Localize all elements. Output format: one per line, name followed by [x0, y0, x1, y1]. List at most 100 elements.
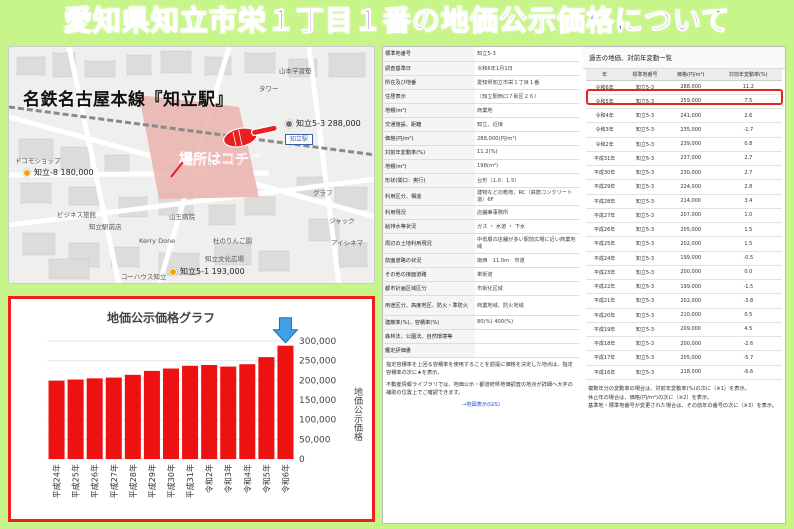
note-text: 複数年分の変動率の場合は、対前年変動率(%)の次に（※1）を表示。: [588, 385, 750, 392]
table-cell: 平成26年: [586, 222, 624, 238]
info-key: 地積(m²): [383, 159, 475, 174]
info-key: 鑑定評価書: [383, 343, 475, 358]
map-display-link[interactable]: →地図表示(GIS): [383, 401, 579, 408]
info-row: 森林法、公園法、自然環境等: [383, 329, 579, 344]
table-cell: 知立5-3: [623, 137, 667, 152]
info-value: 中低層の店舗が多い駅前広場に近い商業地域: [475, 233, 579, 254]
info-value: 台形（1.0：1.5）: [475, 173, 579, 188]
place-label: グラフ: [313, 189, 333, 197]
table-row: 平成16年 知立5-3 218,000 -6.6: [586, 365, 782, 380]
table-row: 平成31年 知立5-3 237,000 2.7: [586, 151, 782, 167]
table-cell: 平成28年: [586, 194, 624, 209]
table-cell: -1.7: [714, 122, 782, 138]
bar-chart: 300,000 250,000 200,000 150,000 100,000 50,00…: [47, 317, 336, 498]
info-key: 調査基準日: [383, 61, 475, 76]
y-tick-label: 200,000: [299, 376, 336, 386]
table-cell: 209,000: [666, 322, 715, 338]
table-cell: 知立5-3: [623, 265, 667, 281]
table-cell: 知立5-3: [623, 179, 667, 195]
info-key: 用途区分、高度地区、防火・準防火: [383, 295, 475, 316]
table-cell: 平成22年: [586, 279, 624, 295]
bar: [182, 365, 199, 459]
info-key: 所在及び地番: [383, 75, 475, 90]
info-key: 対前年変動率(%): [383, 145, 475, 160]
past-prices-column: 過去の地価、対前年変動一覧 年標準地番号 価格(円/m²) 対前年変動率(%) 令和6…: [583, 47, 785, 523]
x-tick-label: 平成30年: [166, 464, 176, 498]
table-cell: 知立5-3: [623, 194, 667, 209]
info-value: [475, 343, 579, 358]
table-cell: 1.5: [714, 222, 782, 238]
pin-chiryu-5-1[interactable]: 知立5-1 193,000: [169, 266, 245, 277]
table-cell: 知立5-3: [623, 236, 667, 252]
table-cell: 平成21年: [586, 293, 624, 309]
table-cell: 230,000: [666, 165, 715, 181]
table-row: 平成22年 知立5-3 199,000 -1.5: [586, 279, 782, 295]
table-cell: 平成30年: [586, 165, 624, 181]
place-label: タワー: [259, 85, 279, 93]
x-tick-label: 平成28年: [128, 464, 138, 498]
table-row: 平成27年 知立5-3 207,000 1.0: [586, 208, 782, 224]
info-row: 地積(m²) 198(m²): [383, 159, 579, 174]
x-tick-label: 令和2年: [204, 464, 214, 493]
y-axis-label: 地価公示価格: [352, 387, 362, 441]
map-caption: 名鉄名古屋本線『知立駅』: [23, 90, 233, 110]
bar: [277, 345, 294, 459]
page-title: 愛知県知立市栄１丁目１番の地価公示価格について: [63, 3, 731, 37]
table-cell: 平成31年: [586, 151, 624, 167]
info-key: 住居表示: [383, 89, 475, 104]
table-cell: 0.8: [714, 137, 782, 152]
place-label: 山王病院: [169, 213, 195, 221]
x-tick-label: 平成24年: [52, 464, 62, 498]
station-label[interactable]: 知立駅: [285, 134, 313, 145]
info-key: 都市計画区域区分: [383, 281, 475, 296]
info-table: 標準地番号 知立5-3 調査基準日 令和6年1月1日 所在及び地番 愛知県知立市栄１丁目１…: [383, 47, 579, 358]
table-cell: 知立5-3: [623, 365, 667, 380]
chart-panel: 地価公示価格グラフ 300,000 250,000 200,000 150,000 10…: [8, 296, 375, 522]
info-value: 単街道: [475, 267, 579, 282]
table-cell: -5.7: [714, 350, 782, 366]
table-cell: 202,000: [666, 293, 715, 309]
table-cell: 平成16年: [586, 365, 624, 380]
note-text: 指定容積率を上回る容積率を使用することを前提に価格を決定した地点は、指定容積率の…: [386, 361, 573, 376]
down-arrow-icon: [272, 317, 299, 344]
table-cell: 200,000: [666, 336, 715, 352]
table-cell: 2.6: [714, 108, 782, 124]
bar: [239, 364, 256, 459]
y-tick-label: 0: [299, 455, 305, 465]
x-tick-label: 平成27年: [109, 464, 119, 498]
pin-chiryu-8[interactable]: 知立-8 180,000: [23, 167, 94, 178]
table-cell: 4.5: [714, 322, 782, 338]
info-row: 交通施設、距離 知立、近接: [383, 117, 579, 132]
table-cell: 知立5-3: [623, 151, 667, 167]
bar: [143, 370, 160, 459]
map-panel[interactable]: 名鉄名古屋本線『知立駅』 場所はコチラ 知立駅 知立5-3 288,000 知立…: [8, 46, 375, 284]
table-row: 令和3年 知立5-3 235,000 -1.7: [586, 122, 782, 138]
table-cell: 平成19年: [586, 322, 624, 338]
table-cell: 3.4: [714, 194, 782, 209]
table-cell: 207,000: [666, 208, 715, 224]
info-row: 利用区分、構造 建物などの敷地、RC（鉄筋コンクリート造）6F: [383, 187, 579, 206]
table-cell: 知立5-3: [623, 350, 667, 366]
pin-chiryu-5-3[interactable]: 知立5-3 288,000: [285, 118, 361, 129]
info-value: 市街化区域: [475, 281, 579, 296]
y-tick-label: 300,000: [299, 337, 336, 347]
note-text: 基準地・標準地番号が変更された場合は、その前年の番号の次に（※3）を表示。: [588, 403, 778, 410]
table-cell: 知立5-3: [623, 251, 667, 266]
table-cell: -2.6: [714, 336, 782, 352]
table-cell: -6.6: [714, 365, 782, 380]
place-label: アイシネマ: [331, 239, 364, 247]
bar: [258, 357, 275, 459]
y-tick-label: 100,000: [299, 416, 336, 426]
place-label: ドコモショップ: [15, 157, 61, 165]
y-tick-label: 150,000: [299, 396, 336, 406]
info-row: 対前年変動率(%) 11.2(%): [383, 145, 579, 160]
info-key: 建蔽率(%)、容積率(%): [383, 315, 475, 330]
past-prices-table: 年標準地番号 価格(円/m²) 対前年変動率(%) 令和6年 知立5-3 288,000 1…: [586, 69, 782, 380]
table-cell: 237,000: [666, 151, 715, 167]
current-year-highlight: [586, 89, 783, 105]
table-cell: 0.0: [714, 265, 782, 281]
table-cell: 205,000: [666, 350, 715, 366]
info-value: 店舗兼事務所: [475, 205, 579, 220]
past-prices-title: 過去の地価、対前年変動一覧: [583, 47, 785, 69]
pin-marker-icon: [285, 119, 293, 128]
